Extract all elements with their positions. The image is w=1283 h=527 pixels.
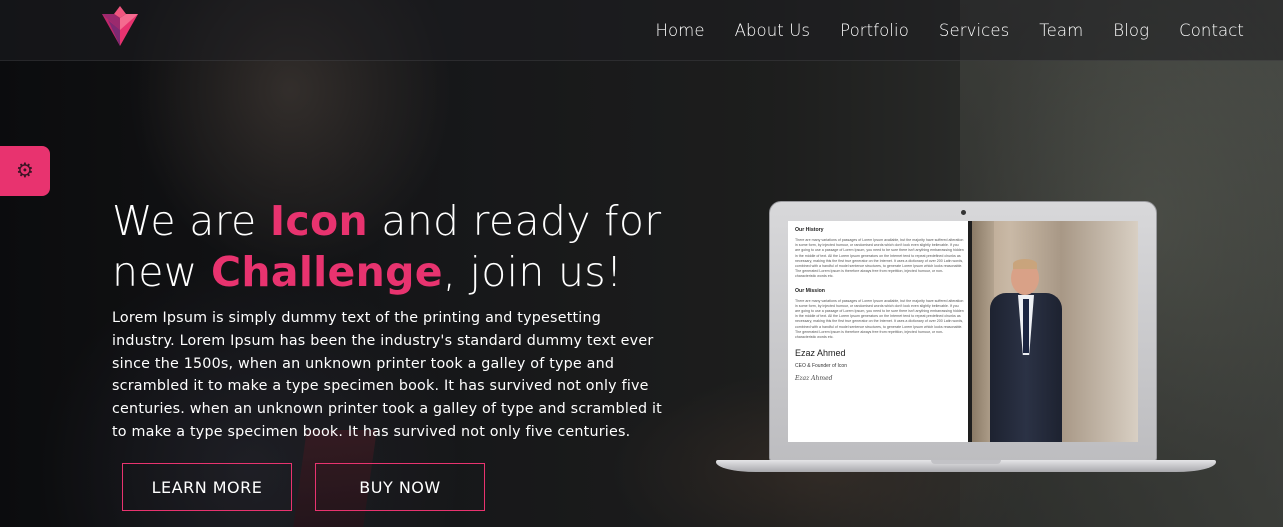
settings-toggle-button[interactable]: ⚙ xyxy=(0,146,50,196)
person-role: CEO & Founder of Icon xyxy=(795,363,847,370)
nav-home[interactable]: Home xyxy=(655,21,704,40)
laptop-notch xyxy=(931,460,1001,464)
navbar: Home About Us Portfolio Services Team Bl… xyxy=(0,0,1283,61)
main-nav: Home About Us Portfolio Services Team Bl… xyxy=(625,21,1244,40)
photo-tie xyxy=(1023,299,1029,353)
laptop-screen: Our History There are many variations of… xyxy=(788,221,1138,442)
mission-text: There are many variations of passages of… xyxy=(795,298,964,340)
headline-text: We are xyxy=(112,197,270,245)
headline-text: and ready for xyxy=(367,197,662,245)
nav-services[interactable]: Services xyxy=(939,21,1009,40)
signature: Ezaz Ahmed xyxy=(795,375,833,383)
headline-text: , join us! xyxy=(442,248,623,296)
heart-diamond-logo-icon[interactable] xyxy=(100,4,140,48)
nav-portfolio[interactable]: Portfolio xyxy=(840,21,909,40)
nav-about-us[interactable]: About Us xyxy=(735,21,811,40)
laptop-lid: Our History There are many variations of… xyxy=(769,201,1157,462)
buy-now-button[interactable]: BUY NOW xyxy=(315,463,485,511)
mission-title: Our Mission xyxy=(795,287,825,294)
screen-document: Our History There are many variations of… xyxy=(788,221,968,442)
nav-team[interactable]: Team xyxy=(1039,21,1083,40)
hero-description: Lorem Ipsum is simply dummy text of the … xyxy=(112,310,662,440)
learn-more-button[interactable]: LEARN MORE xyxy=(122,463,292,511)
nav-contact[interactable]: Contact xyxy=(1179,21,1244,40)
person-name: Ezaz Ahmed xyxy=(795,348,846,359)
ceo-photo xyxy=(968,221,1138,442)
laptop-mockup: Our History There are many variations of… xyxy=(716,201,1216,476)
nav-blog[interactable]: Blog xyxy=(1113,21,1149,40)
gear-icon: ⚙ xyxy=(16,160,34,182)
laptop-camera xyxy=(961,210,966,215)
headline-text: new xyxy=(112,248,211,296)
history-text: There are many variations of passages of… xyxy=(795,238,964,279)
headline-accent-challenge-word: Challenge xyxy=(210,248,443,296)
history-title: Our History xyxy=(795,227,824,233)
headline-accent-icon-word: Icon xyxy=(269,197,368,245)
photo-hair xyxy=(1013,259,1037,269)
hero-headline: We are Icon and ready for new Challenge, … xyxy=(112,196,732,298)
